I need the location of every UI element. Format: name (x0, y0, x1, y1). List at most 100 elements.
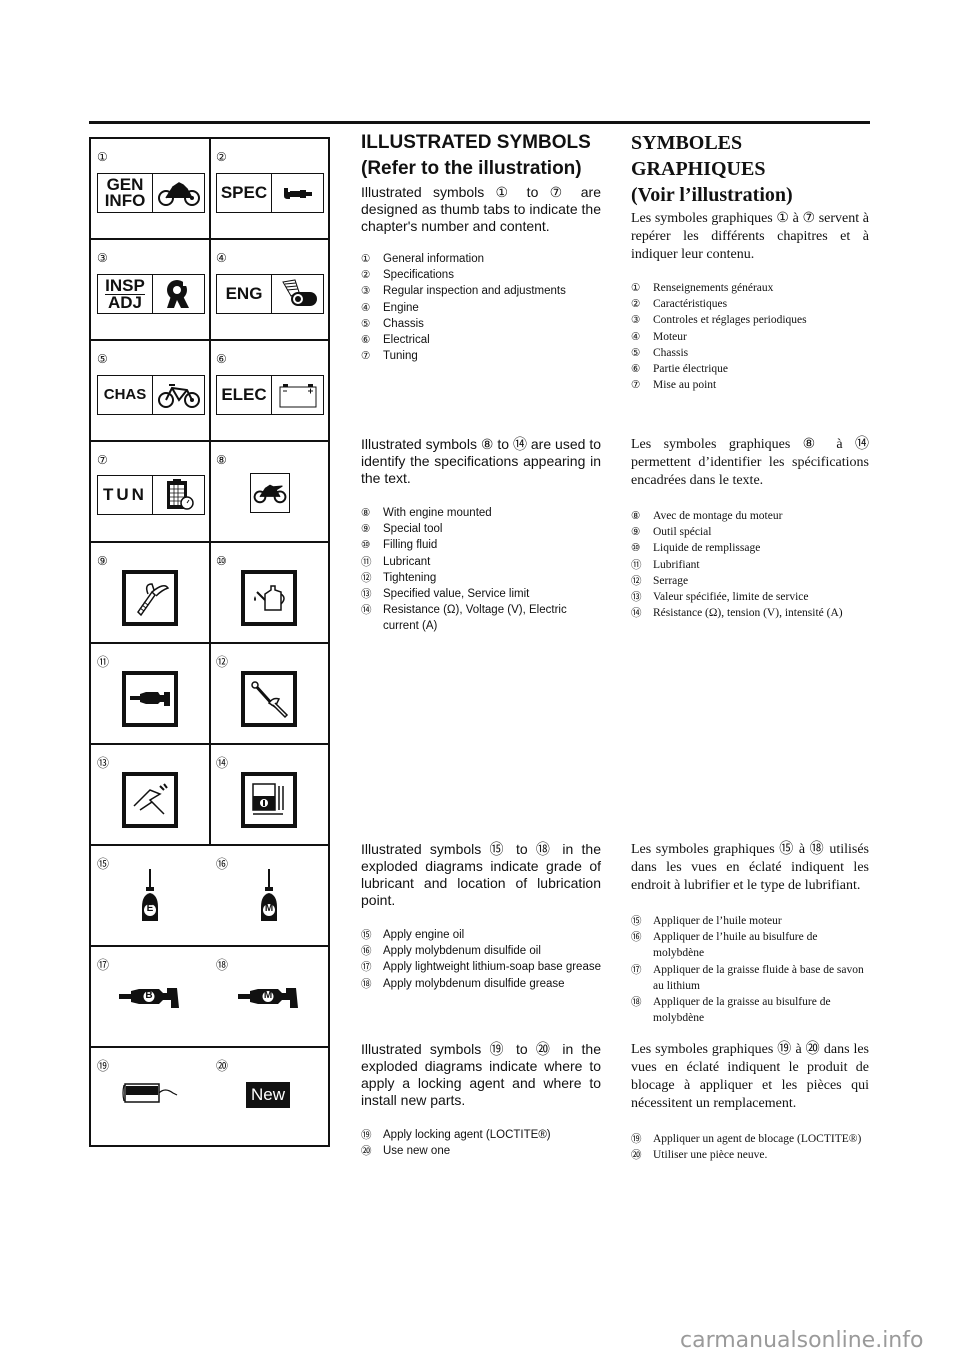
symbol-number: ⑩ (216, 554, 227, 568)
list-item: ⑳ Use new one (361, 1143, 601, 1159)
item-text: Appliquer de la graisse fluide à base de… (653, 963, 864, 992)
item-number: ② (631, 298, 641, 311)
item-number: ③ (361, 285, 371, 298)
item-number: ⑫ (361, 571, 372, 584)
item-text: Renseignements généraux (653, 282, 774, 294)
list-item: ⑨ Outil spécial (631, 524, 869, 540)
item-text: Specified value, Service limit (383, 588, 530, 601)
item-number: ⑥ (361, 334, 371, 347)
item-text: Appliquer de l’huile moteur (653, 915, 782, 927)
list-item: ⑤ Chassis (361, 316, 601, 332)
new-label: New (250, 1085, 285, 1104)
symbol-list: ⑧ Avec de montage du moteur ⑨ Outil spécial… (631, 508, 869, 621)
english-section: Illustrated symbols ⑮ to ⑱ in the explod… (361, 841, 601, 992)
item-text: Filling fluid (383, 539, 438, 552)
list-item: ⑫ Serrage (631, 573, 869, 589)
item-text: Utiliser une pièce neuve. (653, 1149, 768, 1162)
section-subtitle: (Voir l’illustration) (631, 184, 793, 206)
list-item: ⑮ Apply engine oil (361, 927, 601, 943)
list-item: ⑯ Apply molybdenum disulfide oil (361, 943, 601, 959)
symbol-number: ⑳ (216, 1059, 229, 1073)
section-title: ILLUSTRATED SYMBOLS (361, 132, 591, 153)
symbol-number: ⑦ (97, 453, 108, 467)
list-item: ⑩ Filling fluid (361, 537, 601, 553)
symbol-list: ⑮ Appliquer de l’huile moteur ⑯ Appliquer d… (631, 913, 869, 1026)
list-item: ⑱ Apply molybdenum disulfide grease (361, 976, 601, 992)
tab-general-information: GEN INFO (97, 173, 205, 213)
tab-label: TUN (98, 476, 153, 514)
symbol-number: ⑱ (216, 958, 229, 972)
item-number: ⑪ (631, 558, 642, 571)
item-number: ⑦ (361, 350, 371, 363)
item-number: ⑩ (361, 539, 371, 552)
tab-engine: ENG (216, 274, 324, 314)
intro-paragraph: Illustrated symbols ⑲ to ⑳ in the explod… (361, 1041, 601, 1108)
torque-wrench-icon (241, 671, 297, 727)
french-section: Les symboles graphiques ⑲ à ⑳ dans les v… (631, 1041, 869, 1163)
section-title: GRAPHIQUES (631, 158, 766, 180)
list-item: ⑬ Specified value, Service limit (361, 586, 601, 602)
symbol-number: ⑫ (216, 655, 229, 669)
item-number: ⑲ (631, 1133, 642, 1145)
tab-label: ADJ (107, 292, 142, 312)
wrench-nut-icon (153, 275, 204, 313)
item-text: Chassis (383, 317, 424, 330)
list-item: ② Caractéristiques (631, 296, 869, 312)
list-item: ⑳ Utiliser une pièce neuve. (631, 1147, 869, 1163)
list-item: ⑮ Appliquer de l’huile moteur (631, 913, 869, 929)
item-text: Apply locking agent (LOCTITE®) (383, 1129, 551, 1141)
grease-grade-label: M (263, 990, 273, 1001)
list-item: ⑰ Apply lightweight lithium-soap base gre… (361, 959, 601, 975)
item-text: Mise au point (653, 379, 717, 392)
list-item: ① General information (361, 251, 601, 267)
item-number: ① (361, 253, 371, 265)
symbol-number: ② (216, 150, 227, 164)
list-item: ⑥ Electrical (361, 332, 601, 348)
item-number: ⑨ (631, 526, 641, 539)
watermark[interactable]: carmanualsonline.info (680, 1328, 923, 1353)
tab-label: ELEC (217, 376, 272, 414)
grid-divider (209, 139, 211, 844)
list-item: ③ Regular inspection and adjustments (361, 283, 601, 299)
item-text: General information (383, 253, 484, 265)
item-text: Avec de montage du moteur (653, 510, 783, 522)
list-item: ⑭ Resistance (Ω), Voltage (V), Electric c… (361, 602, 601, 634)
list-item: ⑦ Mise au point (631, 377, 869, 393)
caliper-icon (122, 772, 178, 828)
item-text: Chassis (653, 346, 689, 359)
symbol-list: ⑮ Apply engine oil ⑯ Apply molybdenum disul… (361, 927, 601, 992)
symbol-number: ⑪ (97, 655, 110, 669)
intro-paragraph: Les symboles graphiques ⑮ à ⑱ utilisés d… (631, 842, 869, 893)
item-text: Resistance (Ω), Voltage (V), Electric cu… (383, 604, 567, 633)
symbol-list: ⑧ With engine mounted ⑨ Special tool ⑩ Fillin… (361, 505, 601, 635)
tab-label: ENG (217, 275, 272, 313)
oil-bottle-icon: E (135, 867, 165, 923)
grid-divider (91, 238, 328, 240)
item-number: ⑧ (631, 510, 641, 522)
list-item: ⑱ Appliquer de la graisse au bisulfure de… (631, 994, 869, 1026)
symbol-number: ⑬ (97, 756, 110, 770)
symbol-number: ③ (97, 251, 108, 265)
item-text: Lubrifiant (653, 558, 700, 571)
symbol-number: ⑲ (97, 1059, 110, 1073)
item-number: ⑳ (361, 1145, 372, 1158)
item-number: ⑭ (631, 607, 642, 620)
tab-tuning: TUN (97, 475, 205, 515)
intro-paragraph: Les symboles graphiques ① à ⑦ servent à … (631, 211, 869, 262)
english-section: Illustrated symbols ⑧ to ⑭ are used to i… (361, 436, 601, 635)
item-number: ⑱ (631, 996, 642, 1009)
list-item: ④ Moteur (631, 329, 869, 345)
symbol-number: ⑥ (216, 352, 227, 366)
symbol-number: ④ (216, 251, 227, 265)
item-text: Caractéristiques (653, 298, 728, 311)
list-item: ⑤ Chassis (631, 345, 869, 361)
grease-gun-icon: B (119, 984, 181, 1010)
item-text: Special tool (383, 523, 443, 536)
item-number: ⑰ (361, 961, 372, 974)
item-number: ⑬ (631, 591, 642, 604)
grid-divider (91, 642, 328, 644)
item-number: ⑨ (361, 523, 371, 536)
list-item: ⑭ Résistance (Ω), tension (V), intensité … (631, 605, 869, 621)
item-number: ③ (631, 314, 641, 327)
symbol-list: ⑲ Appliquer un agent de blocage (LOCTITE®… (631, 1131, 869, 1163)
